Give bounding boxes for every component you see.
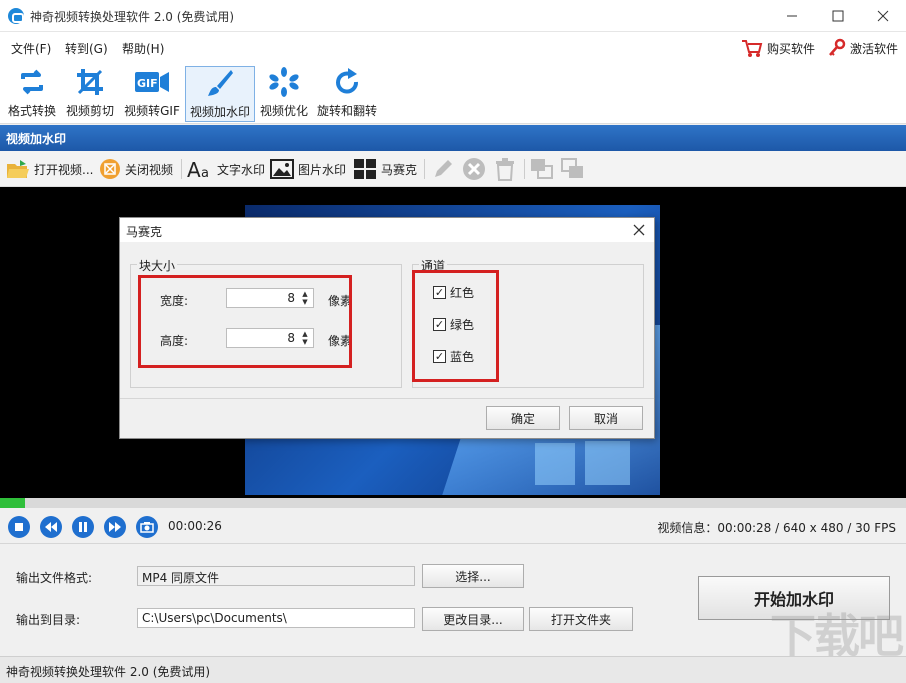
output-format-label: 输出文件格式:	[16, 571, 93, 585]
output-dir-label: 输出到目录:	[16, 613, 81, 627]
app-icon	[8, 8, 24, 24]
window-title: 神奇视频转换处理软件 2.0 (免费试用)	[30, 10, 235, 24]
maximize-icon	[832, 10, 844, 22]
mosaic-button[interactable]: 马赛克	[353, 157, 417, 181]
dialog-close-icon[interactable]	[632, 223, 646, 237]
image-watermark-button[interactable]: 图片水印	[270, 157, 346, 181]
stop-button[interactable]	[8, 516, 30, 538]
image-icon	[270, 159, 294, 179]
progress-bar[interactable]	[0, 498, 906, 508]
pencil-icon	[435, 160, 452, 177]
ok-button[interactable]: 确定	[486, 406, 560, 430]
video-info: 视频信息：00:00:28 / 640 x 480 / 30 FPS	[657, 521, 896, 535]
snapshot-button[interactable]	[136, 516, 158, 538]
dialog-title: 马赛克	[126, 225, 163, 239]
current-time: 00:00:26	[168, 519, 222, 533]
minimize-button[interactable]	[769, 0, 815, 32]
key-icon	[829, 38, 846, 56]
svg-text:A: A	[187, 158, 201, 180]
trash-icon	[496, 158, 514, 181]
sparkle-icon	[269, 67, 299, 97]
cancel-button[interactable]: 取消	[569, 406, 643, 430]
menu-file[interactable]: 文件(F)	[11, 40, 51, 57]
layer-back-icon	[561, 158, 583, 178]
tool-format-convert[interactable]: 格式转换	[4, 66, 60, 122]
close-video-icon	[100, 159, 120, 179]
maximize-button[interactable]	[815, 0, 861, 32]
layer-front-icon	[531, 159, 553, 179]
bring-front-button[interactable]	[530, 157, 554, 181]
svg-text:GIF: GIF	[137, 77, 158, 90]
tool-video-optimize[interactable]: 视频优化	[257, 66, 311, 122]
svg-text:a: a	[201, 166, 209, 180]
menu-bar: 文件(F) 转到(G) 帮助(H) 购买软件 激活软件	[0, 32, 906, 62]
menu-goto[interactable]: 转到(G)	[65, 40, 108, 57]
close-video-button[interactable]: 关闭视频	[99, 157, 173, 181]
forward-icon	[109, 522, 121, 532]
title-bar: 神奇视频转换处理软件 2.0 (免费试用)	[0, 0, 906, 32]
send-back-button[interactable]	[561, 157, 585, 181]
open-folder-button[interactable]: 打开文件夹	[529, 607, 633, 631]
rewind-icon	[45, 522, 57, 532]
edit-button[interactable]	[432, 157, 454, 181]
select-format-button[interactable]: 选择...	[422, 564, 524, 588]
pause-icon	[79, 522, 87, 532]
rewind-button[interactable]	[40, 516, 62, 538]
dialog-title-bar: 马赛克	[120, 218, 654, 242]
output-format-field: MP4 同原文件	[137, 566, 415, 586]
activate-software-link[interactable]: 激活软件	[828, 38, 898, 58]
minimize-icon	[787, 15, 797, 17]
highlight-box-size	[138, 275, 352, 368]
playback-controls: 00:00:26 视频信息：00:00:28 / 640 x 480 / 30 …	[0, 508, 906, 544]
gif-icon: GIF	[135, 72, 169, 92]
tool-video-to-gif[interactable]: GIF 视频转GIF	[121, 66, 183, 122]
highlight-box-channels	[412, 270, 499, 382]
toolbar-separator	[424, 159, 425, 179]
text-watermark-button[interactable]: Aa 文字水印	[187, 157, 265, 181]
change-dir-button[interactable]: 更改目录...	[422, 607, 524, 631]
toolbar-separator	[181, 159, 182, 179]
status-bar: 神奇视频转换处理软件 2.0 (免费试用)	[0, 656, 906, 683]
main-toolbar: 格式转换 视频剪切 GIF 视频转GIF 视频加水印 视频优化 旋转和翻转	[0, 62, 906, 124]
delete-button[interactable]	[462, 157, 486, 181]
section-header: 视频加水印	[0, 125, 906, 151]
progress-fill	[0, 498, 26, 508]
mosaic-dialog: 马赛克 块大小 宽度: 8 ▲ ▼ 像素 高度: 8 ▲ ▼ 像素 通道 ✓ 红色 ✓…	[119, 217, 655, 439]
buy-software-link[interactable]: 购买软件	[741, 38, 815, 58]
menu-help[interactable]: 帮助(H)	[122, 40, 164, 57]
close-icon	[877, 10, 889, 22]
buy-label: 购买软件	[767, 41, 816, 56]
toolbar-separator	[524, 159, 525, 179]
tool-video-watermark[interactable]: 视频加水印	[185, 66, 255, 122]
open-folder-icon	[7, 160, 29, 178]
open-video-button[interactable]: 打开视频...	[6, 157, 93, 181]
tool-video-cut[interactable]: 视频剪切	[63, 66, 117, 122]
activate-label: 激活软件	[850, 41, 899, 56]
watermark-toolbar: 打开视频... 关闭视频 Aa 文字水印 图片水印 马赛克	[0, 151, 906, 187]
text-icon: Aa	[187, 158, 209, 180]
close-window-button[interactable]	[860, 0, 906, 32]
brush-icon	[208, 70, 233, 96]
stop-icon	[15, 523, 23, 531]
cart-icon	[742, 40, 763, 57]
dialog-divider	[120, 398, 654, 399]
delete-icon	[463, 158, 485, 180]
forward-button[interactable]	[104, 516, 126, 538]
crop-icon	[77, 69, 103, 95]
tool-rotate-flip[interactable]: 旋转和翻转	[314, 66, 380, 122]
pause-button[interactable]	[72, 516, 94, 538]
camera-icon	[140, 522, 154, 533]
convert-icon	[21, 69, 43, 95]
rotate-icon	[336, 68, 358, 94]
output-dir-field[interactable]: C:\Users\pc\Documents\	[137, 608, 415, 628]
clear-button[interactable]	[494, 157, 516, 181]
mosaic-icon	[354, 159, 376, 179]
